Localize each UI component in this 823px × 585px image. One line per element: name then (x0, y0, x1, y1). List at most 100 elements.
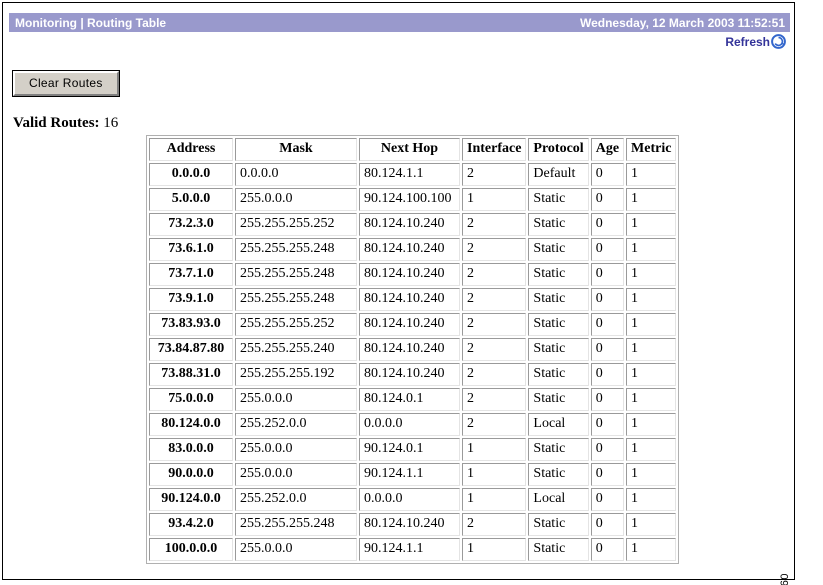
cell-protocol: Static (528, 438, 588, 461)
breadcrumb: Monitoring | Routing Table (15, 16, 166, 30)
cell-mask: 255.255.255.252 (235, 213, 357, 236)
cell-age: 0 (591, 163, 624, 186)
clear-routes-button-wrap: Clear Routes (13, 71, 119, 96)
cell-mask: 255.0.0.0 (235, 463, 357, 486)
cell-address: 90.124.0.0 (149, 488, 233, 511)
column-header-next-hop: Next Hop (359, 138, 460, 161)
cell-metric: 1 (626, 213, 676, 236)
cell-age: 0 (591, 313, 624, 336)
cell-next-hop: 90.124.0.1 (359, 438, 460, 461)
cell-metric: 1 (626, 163, 676, 186)
cell-protocol: Static (528, 313, 588, 336)
cell-address: 73.2.3.0 (149, 213, 233, 236)
cell-interface: 1 (462, 488, 526, 511)
cell-next-hop: 0.0.0.0 (359, 413, 460, 436)
cell-interface: 2 (462, 163, 526, 186)
screenshot-root: Monitoring | Routing Table Wednesday, 12… (0, 0, 823, 585)
cell-address: 80.124.0.0 (149, 413, 233, 436)
cell-next-hop: 90.124.1.1 (359, 463, 460, 486)
cell-address: 100.0.0.0 (149, 538, 233, 561)
cell-metric: 1 (626, 388, 676, 411)
table-row: 73.6.1.0255.255.255.24880.124.10.2402Sta… (149, 238, 676, 261)
cell-mask: 255.0.0.0 (235, 388, 357, 411)
column-header-metric: Metric (626, 138, 676, 161)
cell-metric: 1 (626, 238, 676, 261)
cell-age: 0 (591, 388, 624, 411)
cell-metric: 1 (626, 188, 676, 211)
cell-mask: 255.252.0.0 (235, 488, 357, 511)
cell-age: 0 (591, 538, 624, 561)
table-row: 73.7.1.0255.255.255.24880.124.10.2402Sta… (149, 263, 676, 286)
cell-age: 0 (591, 238, 624, 261)
cell-age: 0 (591, 213, 624, 236)
cell-address: 5.0.0.0 (149, 188, 233, 211)
table-row: 100.0.0.0255.0.0.090.124.1.11Static01 (149, 538, 676, 561)
cell-interface: 1 (462, 438, 526, 461)
cell-interface: 2 (462, 413, 526, 436)
cell-next-hop: 90.124.1.1 (359, 538, 460, 561)
cell-protocol: Static (528, 388, 588, 411)
refresh-link[interactable]: Refresh (725, 35, 770, 49)
cell-age: 0 (591, 488, 624, 511)
cell-next-hop: 80.124.10.240 (359, 213, 460, 236)
column-header-age: Age (591, 138, 624, 161)
cell-interface: 2 (462, 288, 526, 311)
cell-mask: 255.255.255.248 (235, 513, 357, 536)
cell-address: 0.0.0.0 (149, 163, 233, 186)
cell-protocol: Static (528, 513, 588, 536)
cell-protocol: Static (528, 338, 588, 361)
cell-age: 0 (591, 338, 624, 361)
routing-table: AddressMaskNext HopInterfaceProtocolAgeM… (146, 135, 679, 564)
cell-age: 0 (591, 513, 624, 536)
table-header-row: AddressMaskNext HopInterfaceProtocolAgeM… (149, 138, 676, 161)
cell-next-hop: 90.124.100.100 (359, 188, 460, 211)
cell-interface: 1 (462, 188, 526, 211)
cell-interface: 2 (462, 363, 526, 386)
column-header-protocol: Protocol (528, 138, 588, 161)
clear-routes-button[interactable]: Clear Routes (13, 71, 119, 96)
cell-protocol: Static (528, 188, 588, 211)
cell-address: 83.0.0.0 (149, 438, 233, 461)
cell-interface: 2 (462, 238, 526, 261)
refresh-row[interactable]: Refresh (725, 34, 786, 49)
cell-interface: 2 (462, 313, 526, 336)
cell-interface: 2 (462, 338, 526, 361)
column-header-address: Address (149, 138, 233, 161)
figure-id-label: 87660 (779, 573, 791, 585)
cell-address: 73.9.1.0 (149, 288, 233, 311)
cell-next-hop: 0.0.0.0 (359, 488, 460, 511)
table-row: 90.0.0.0255.0.0.090.124.1.11Static01 (149, 463, 676, 486)
cell-interface: 2 (462, 263, 526, 286)
routing-table-body: 0.0.0.00.0.0.080.124.1.12Default015.0.0.… (149, 163, 676, 561)
table-row: 73.84.87.80255.255.255.24080.124.10.2402… (149, 338, 676, 361)
cell-protocol: Local (528, 413, 588, 436)
cell-mask: 0.0.0.0 (235, 163, 357, 186)
cell-protocol: Static (528, 263, 588, 286)
cell-metric: 1 (626, 363, 676, 386)
page-content: Monitoring | Routing Table Wednesday, 12… (3, 3, 794, 579)
valid-routes-summary: Valid Routes: 16 (13, 115, 118, 132)
cell-next-hop: 80.124.10.240 (359, 263, 460, 286)
cell-mask: 255.255.255.248 (235, 238, 357, 261)
cell-interface: 2 (462, 513, 526, 536)
cell-protocol: Default (528, 163, 588, 186)
table-row: 83.0.0.0255.0.0.090.124.0.11Static01 (149, 438, 676, 461)
cell-metric: 1 (626, 513, 676, 536)
valid-routes-label: Valid Routes: (13, 115, 100, 131)
cell-address: 93.4.2.0 (149, 513, 233, 536)
cell-address: 73.7.1.0 (149, 263, 233, 286)
cell-mask: 255.0.0.0 (235, 188, 357, 211)
cell-age: 0 (591, 413, 624, 436)
cell-mask: 255.255.255.248 (235, 288, 357, 311)
cell-protocol: Static (528, 463, 588, 486)
table-row: 75.0.0.0255.0.0.080.124.0.12Static01 (149, 388, 676, 411)
table-row: 5.0.0.0255.0.0.090.124.100.1001Static01 (149, 188, 676, 211)
cell-interface: 1 (462, 538, 526, 561)
refresh-circular-arrow-icon[interactable] (771, 34, 786, 49)
cell-metric: 1 (626, 313, 676, 336)
cell-age: 0 (591, 463, 624, 486)
cell-protocol: Static (528, 213, 588, 236)
table-row: 73.9.1.0255.255.255.24880.124.10.2402Sta… (149, 288, 676, 311)
routing-table-wrap: AddressMaskNext HopInterfaceProtocolAgeM… (146, 135, 679, 564)
table-row: 93.4.2.0255.255.255.24880.124.10.2402Sta… (149, 513, 676, 536)
